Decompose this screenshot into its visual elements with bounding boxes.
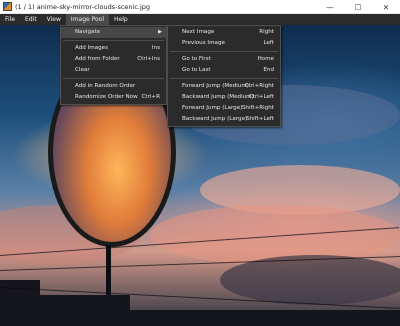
- menu-item-previous-image[interactable]: Previous Image Left: [168, 38, 280, 49]
- menu-file[interactable]: File: [0, 14, 20, 25]
- window-controls: — ☐ ✕: [316, 0, 400, 14]
- menu-item-label: Go to Last: [182, 67, 211, 73]
- menu-shortcut: Ins: [151, 45, 160, 51]
- menu-item-label: Clear: [75, 67, 90, 73]
- menu-item-add-from-folder[interactable]: Add from Folder Ctrl+Ins: [61, 54, 166, 65]
- menu-separator: [170, 78, 278, 79]
- menu-help[interactable]: Help: [109, 14, 133, 25]
- menu-item-backward-jump-medium[interactable]: Backward Jump (Medium) Ctrl+Left: [168, 92, 280, 103]
- menu-item-label: Forward Jump (Large): [182, 105, 243, 111]
- menu-shortcut: Shift+Right: [241, 105, 274, 111]
- menu-item-clear[interactable]: Clear: [61, 65, 166, 76]
- building-silhouette: [0, 310, 400, 326]
- menu-item-next-image[interactable]: Next Image Right: [168, 27, 280, 38]
- menu-bar: File Edit View Image Pool Help: [0, 14, 400, 25]
- menu-item-backward-jump-large[interactable]: Backward Jump (Large) Shift+Left: [168, 114, 280, 125]
- cloud-shape: [220, 255, 400, 305]
- close-button[interactable]: ✕: [372, 0, 400, 14]
- menu-shortcut: Ctrl+Right: [244, 83, 274, 89]
- menu-item-add-images[interactable]: Add Images Ins: [61, 43, 166, 54]
- menu-item-label: Randomize Order Now: [75, 94, 138, 100]
- window-title: (1 / 1) anime-sky-mirror-clouds-scenic.j…: [15, 2, 151, 11]
- menu-shortcut: Left: [263, 40, 274, 46]
- menu-shortcut: Ctrl+R: [141, 94, 160, 100]
- title-bar: (1 / 1) anime-sky-mirror-clouds-scenic.j…: [0, 0, 400, 14]
- menu-separator: [63, 40, 164, 41]
- menu-item-go-to-last[interactable]: Go to Last End: [168, 65, 280, 76]
- menu-item-label: Previous Image: [182, 40, 225, 46]
- menu-item-navigate[interactable]: Navigate ▶: [61, 27, 166, 38]
- menu-item-label: Forward Jump (Medium): [182, 83, 249, 89]
- menu-item-label: Navigate: [75, 29, 101, 35]
- maximize-button[interactable]: ☐: [344, 0, 372, 14]
- menu-item-forward-jump-large[interactable]: Forward Jump (Large) Shift+Right: [168, 103, 280, 114]
- menu-separator: [63, 78, 164, 79]
- image-pool-menu: Navigate ▶ Add Images Ins Add from Folde…: [60, 25, 167, 105]
- menu-shortcut: Ctrl+Left: [248, 94, 274, 100]
- menu-item-forward-jump-medium[interactable]: Forward Jump (Medium) Ctrl+Right: [168, 81, 280, 92]
- menu-item-label: Go to First: [182, 56, 211, 62]
- menu-item-label: Add in Random Order: [75, 83, 136, 89]
- menu-item-label: Next Image: [182, 29, 215, 35]
- menu-shortcut: Ctrl+Ins: [137, 56, 160, 62]
- menu-item-label: Add Images: [75, 45, 109, 51]
- menu-separator: [170, 51, 278, 52]
- menu-item-randomize-order[interactable]: Randomize Order Now Ctrl+R: [61, 92, 166, 103]
- menu-shortcut: End: [263, 67, 274, 73]
- menu-image-pool[interactable]: Image Pool: [65, 14, 110, 25]
- menu-shortcut: Right: [259, 29, 274, 35]
- menu-item-label: Backward Jump (Medium): [182, 94, 254, 100]
- menu-view[interactable]: View: [42, 14, 66, 25]
- minimize-button[interactable]: —: [316, 0, 344, 14]
- menu-edit[interactable]: Edit: [20, 14, 42, 25]
- navigate-submenu: Next Image Right Previous Image Left Go …: [167, 25, 281, 127]
- app-icon: [3, 2, 12, 11]
- menu-item-label: Backward Jump (Large): [182, 116, 248, 122]
- menu-shortcut: Shift+Left: [246, 116, 274, 122]
- menu-item-go-to-first[interactable]: Go to First Home: [168, 54, 280, 65]
- menu-item-add-random-order[interactable]: Add in Random Order: [61, 81, 166, 92]
- submenu-arrow-icon: ▶: [158, 29, 162, 35]
- menu-item-label: Add from Folder: [75, 56, 120, 62]
- menu-shortcut: Home: [257, 56, 274, 62]
